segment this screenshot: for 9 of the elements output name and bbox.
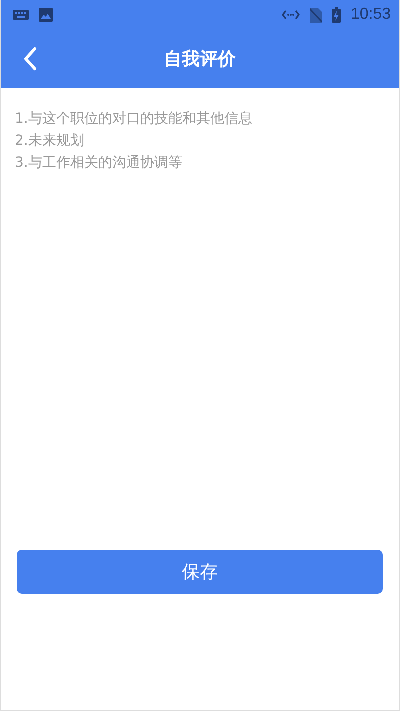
keyboard-icon	[13, 10, 29, 20]
no-sim-icon	[310, 8, 322, 22]
clock-time: 10:53	[350, 6, 391, 24]
data-transfer-icon	[282, 10, 300, 20]
save-button[interactable]: 保存	[17, 550, 383, 594]
battery-charging-icon	[332, 7, 341, 23]
page-title: 自我评价	[164, 48, 236, 71]
image-icon	[39, 8, 53, 22]
back-icon[interactable]	[23, 47, 37, 71]
